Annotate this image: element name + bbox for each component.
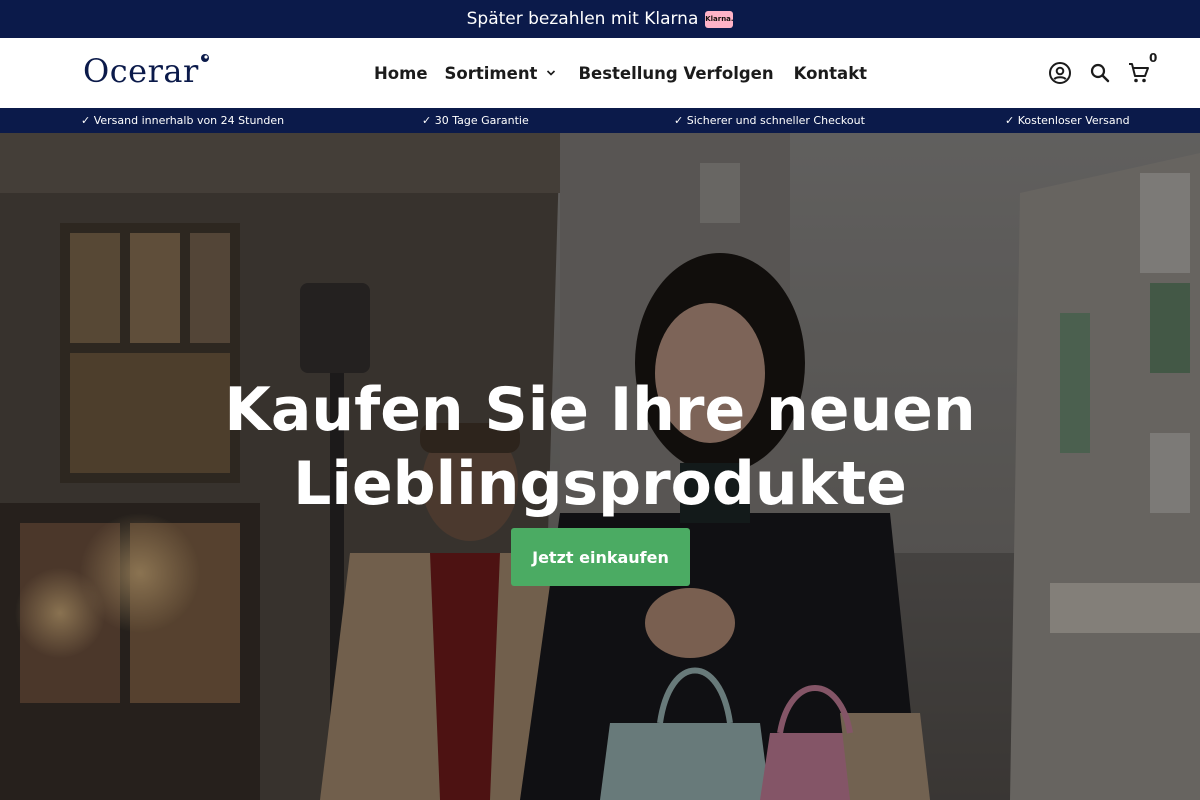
chevron-down-icon [547, 70, 556, 76]
search-icon[interactable] [1088, 61, 1112, 85]
usp-item: ✓ Versand innerhalb von 24 Stunden [81, 114, 285, 127]
cart-count-badge: 0 [1149, 51, 1158, 65]
cart-icon[interactable] [1127, 61, 1151, 85]
hero-title: Kaufen Sie Ihre neuen Lieblingsprodukte [0, 373, 1200, 521]
hero-title-line-1: Kaufen Sie Ihre neuen [224, 375, 976, 445]
hero-title-line-2: Lieblingsprodukte [293, 449, 907, 519]
logo-mark-icon [201, 54, 209, 62]
klarna-badge: Klarna. [705, 10, 734, 28]
usp-item: ✓ Sicherer und schneller Checkout [674, 114, 865, 127]
usp-bar: ✓ Versand innerhalb von 24 Stunden ✓ 30 … [0, 108, 1200, 133]
nav-sortiment[interactable]: Sortiment [445, 64, 557, 83]
nav-kontakt-label: Kontakt [793, 63, 868, 83]
nav-bestellung-verfolgen[interactable]: Bestellung Verfolgen [578, 64, 773, 83]
site-header: Ocerar Home Sortiment Bestellung Verfolg… [0, 38, 1200, 108]
announcement-bar: Später bezahlen mit Klarna Klarna. [0, 0, 1200, 38]
announcement-text: Später bezahlen mit Klarna [466, 9, 699, 29]
nav-kontakt[interactable]: Kontakt [794, 64, 867, 83]
nav-home-label: Home [374, 63, 428, 83]
nav-home[interactable]: Home [374, 64, 428, 83]
nav-sortiment-label: Sortiment [444, 63, 538, 83]
hero-banner: Kaufen Sie Ihre neuen Lieblingsprodukte … [0, 133, 1200, 800]
usp-item: ✓ 30 Tage Garantie [422, 114, 529, 127]
shop-now-button[interactable]: Jetzt einkaufen [511, 528, 690, 586]
usp-item: ✓ Kostenloser Versand [1005, 114, 1130, 127]
logo[interactable]: Ocerar [83, 52, 199, 90]
account-icon[interactable] [1048, 61, 1072, 85]
nav-bestellung-label: Bestellung Verfolgen [578, 63, 774, 83]
main-nav: Home Sortiment Bestellung Verfolgen Kont… [374, 62, 867, 84]
